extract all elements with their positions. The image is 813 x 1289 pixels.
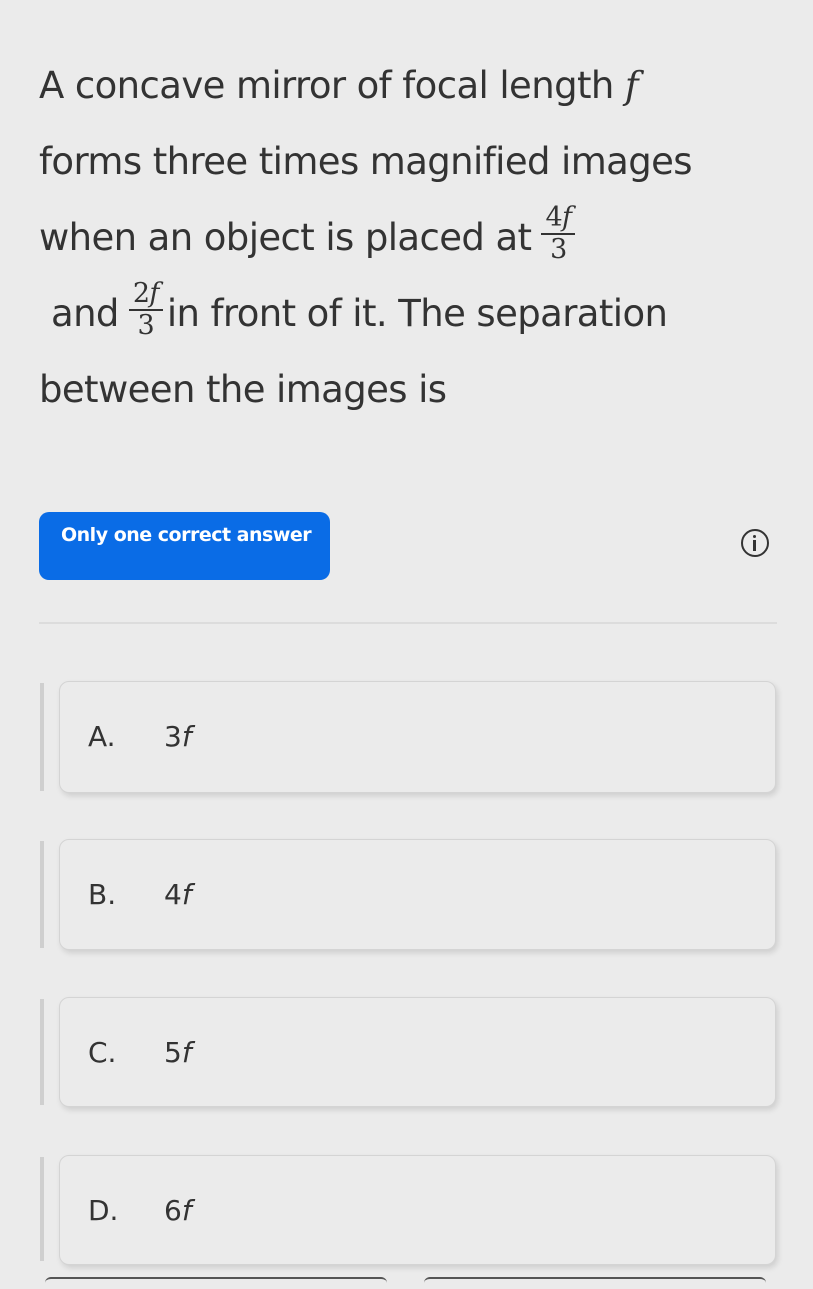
- fraction-numerator: 4f: [541, 201, 576, 235]
- info-dot: [753, 535, 756, 538]
- variable-f: f: [624, 64, 639, 107]
- option-a-marker: [40, 683, 44, 791]
- fraction-4f-over-3: 4f 3: [541, 201, 576, 265]
- option-value: 5f: [164, 1036, 192, 1069]
- fraction-denominator: 3: [137, 309, 155, 341]
- question-line-2: forms three times magnified images: [39, 140, 693, 183]
- option-c-marker: [40, 999, 44, 1105]
- answer-type-badge: Only one correct answer: [39, 512, 330, 580]
- option-b[interactable]: B. 4f: [59, 839, 776, 950]
- question-text: A concave mirror of focal length f forms…: [39, 48, 799, 428]
- option-coef: 5: [164, 1036, 182, 1069]
- question-text-part: when an object is placed at: [39, 216, 532, 259]
- option-value: 3f: [164, 720, 192, 753]
- fraction-numerator: 2f: [128, 277, 163, 311]
- question-line-4: and 2f 3 in front of it. The separation: [39, 276, 799, 352]
- option-c[interactable]: C. 5f: [59, 997, 776, 1107]
- option-var: f: [181, 878, 192, 911]
- info-stem: [753, 540, 756, 551]
- question-line-1: A concave mirror of focal length f: [39, 48, 799, 124]
- option-var: f: [181, 1194, 192, 1227]
- option-coef: 6: [164, 1194, 182, 1227]
- numerator-var: f: [149, 277, 159, 309]
- question-text-part: in front of it. The separation: [166, 292, 668, 335]
- option-d[interactable]: D. 6f: [59, 1155, 776, 1265]
- option-d-marker: [40, 1157, 44, 1261]
- option-letter: B.: [88, 878, 117, 911]
- numerator-coef: 2: [132, 277, 150, 309]
- numerator-var: f: [562, 201, 572, 233]
- option-letter: A.: [88, 720, 116, 753]
- option-value: 6f: [164, 1194, 192, 1227]
- divider: [39, 622, 777, 624]
- fraction-2f-over-3: 2f 3: [128, 277, 163, 341]
- bottom-button-right[interactable]: [424, 1277, 766, 1289]
- option-value: 4f: [164, 878, 192, 911]
- fraction-denominator: 3: [550, 233, 567, 265]
- option-b-marker: [40, 841, 44, 948]
- numerator-coef: 4: [545, 201, 563, 233]
- question-text-part: A concave mirror of focal length: [39, 64, 625, 107]
- question-line-5: between the images is: [39, 368, 447, 411]
- bottom-button-left[interactable]: [45, 1277, 387, 1289]
- option-letter: C.: [88, 1036, 117, 1069]
- option-letter: D.: [88, 1194, 119, 1227]
- option-var: f: [181, 1036, 192, 1069]
- option-a[interactable]: A. 3f: [59, 681, 776, 793]
- question-text-part: and: [51, 292, 119, 335]
- option-coef: 3: [164, 720, 182, 753]
- info-circle-icon[interactable]: [741, 529, 769, 557]
- question-line-3: when an object is placed at 4f 3: [39, 200, 799, 276]
- option-var: f: [181, 720, 192, 753]
- option-coef: 4: [164, 878, 182, 911]
